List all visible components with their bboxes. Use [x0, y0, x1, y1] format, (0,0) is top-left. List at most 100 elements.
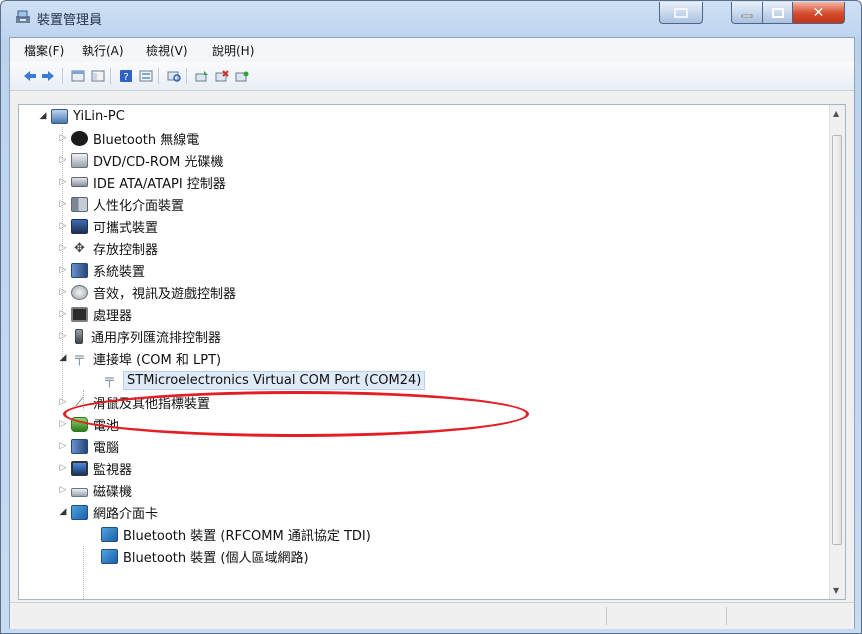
network-adapter-icon	[101, 548, 118, 564]
hid-icon	[71, 196, 88, 212]
expand-arrow-icon[interactable]: ▷	[57, 133, 69, 143]
window-switch-icon	[674, 7, 688, 18]
scan-hardware-icon[interactable]	[166, 68, 182, 84]
sound-icon	[71, 284, 88, 300]
expand-arrow-icon[interactable]: ▷	[57, 287, 69, 297]
toolbar-separator	[158, 68, 159, 84]
tree-item-computer[interactable]: ▷ 電腦	[57, 435, 119, 457]
expand-arrow-icon[interactable]: ▷	[57, 265, 69, 275]
tree-item-bt-pan[interactable]: Bluetooth 裝置 (個人區域網路)	[99, 545, 309, 567]
ide-controller-icon	[71, 177, 88, 187]
maximize-icon	[771, 7, 784, 18]
update-driver-icon[interactable]	[194, 68, 210, 84]
expand-arrow-icon[interactable]: ▷	[57, 419, 69, 429]
vertical-scrollbar[interactable]: ▲ ▼	[829, 105, 845, 599]
collapse-arrow-icon[interactable]: ◢	[57, 507, 69, 517]
disk-drive-icon	[71, 488, 88, 497]
network-adapter-icon	[71, 504, 88, 520]
back-icon[interactable]	[22, 68, 38, 84]
device-tree[interactable]: ◢ YiLin-PC ▷ Bluetooth 無線電 ▷ DVD/CD-ROM …	[18, 104, 846, 600]
port-icon: ╤	[105, 371, 114, 388]
collapse-arrow-icon[interactable]: ◢	[37, 111, 49, 121]
tree-item-mouse[interactable]: ▷ ⟋ 滑鼠及其他指標裝置	[57, 391, 210, 413]
tree-root-label: YiLin-PC	[73, 108, 125, 124]
title-bar[interactable]: 裝置管理員 ✕	[1, 1, 861, 35]
tree-item-dvd[interactable]: ▷ DVD/CD-ROM 光碟機	[57, 149, 223, 171]
toolbar-separator	[62, 68, 63, 84]
minimize-icon	[741, 14, 753, 17]
menu-bar: 檔案(F) 執行(A) 檢視(V) 說明(H)	[10, 38, 854, 63]
console-tree-icon[interactable]	[90, 68, 106, 84]
tree-item-portable[interactable]: ▷ 可攜式裝置	[57, 215, 158, 237]
expand-arrow-icon[interactable]: ▷	[57, 177, 69, 187]
help-icon[interactable]: ?	[118, 68, 134, 84]
tree-item-bt-rfcomm[interactable]: Bluetooth 裝置 (RFCOMM 通訊協定 TDI)	[99, 523, 371, 545]
forward-icon[interactable]	[40, 68, 56, 84]
scroll-up-icon[interactable]: ▲	[833, 109, 839, 118]
tree-item-sound[interactable]: ▷ 音效，視訊及遊戲控制器	[57, 281, 236, 303]
tree-item-ports[interactable]: ◢ ╤ 連接埠 (COM 和 LPT)	[57, 347, 222, 369]
expand-arrow-icon[interactable]: ▷	[57, 441, 69, 451]
menu-file[interactable]: 檔案(F)	[24, 42, 64, 59]
expand-arrow-icon[interactable]: ▷	[57, 243, 69, 253]
menu-view[interactable]: 檢視(V)	[146, 42, 188, 59]
expand-arrow-icon[interactable]: ▷	[57, 309, 69, 319]
properties-icon[interactable]	[138, 68, 154, 84]
tree-item-disk[interactable]: ▷ 磁碟機	[57, 479, 132, 501]
toolbar-separator	[110, 68, 111, 84]
expand-arrow-icon[interactable]: ▷	[57, 397, 69, 407]
scroll-down-icon[interactable]: ▼	[833, 586, 839, 595]
bluetooth-icon	[71, 130, 88, 146]
system-device-icon	[71, 262, 88, 278]
tree-item-processor[interactable]: ▷ 處理器	[57, 303, 132, 325]
tree-item-network[interactable]: ◢ 網路介面卡	[57, 501, 158, 523]
status-bar	[10, 602, 854, 629]
toolbar: ?	[10, 62, 854, 91]
minimize-button[interactable]	[731, 2, 763, 24]
expand-arrow-icon[interactable]: ▷	[57, 199, 69, 209]
tree-item-usb[interactable]: ▷ 通用序列匯流排控制器	[57, 325, 221, 347]
tree-item-battery[interactable]: ▷ 電池	[57, 413, 119, 435]
battery-icon	[71, 416, 88, 432]
menu-action[interactable]: 執行(A)	[82, 42, 124, 59]
uninstall-device-icon[interactable]	[234, 68, 250, 84]
selected-device-label: STMicroelectronics Virtual COM Port (COM…	[123, 370, 426, 390]
network-adapter-icon	[101, 526, 118, 542]
tree-root[interactable]: ◢ YiLin-PC	[37, 105, 125, 127]
device-manager-window: 裝置管理員 ✕ 檔案(F) 執行(A) 檢視(V) 說明(H) ? ◢ YiLi…	[0, 0, 862, 634]
menu-help[interactable]: 說明(H)	[212, 42, 254, 59]
tree-item-hid[interactable]: ▷ 人性化介面裝置	[57, 193, 184, 215]
window-title: 裝置管理員	[37, 13, 103, 28]
computer-icon	[51, 108, 68, 124]
show-hide-console-icon[interactable]	[70, 68, 86, 84]
client-area: 檔案(F) 執行(A) 檢視(V) 說明(H) ? ◢ YiLin-PC ▷ B…	[9, 37, 855, 629]
expand-arrow-icon[interactable]: ▷	[57, 155, 69, 165]
tree-item-bluetooth[interactable]: ▷ Bluetooth 無線電	[57, 127, 199, 149]
toolbar-separator	[186, 68, 187, 84]
expand-arrow-icon[interactable]: ▷	[57, 485, 69, 495]
tree-item-monitor[interactable]: ▷ 監視器	[57, 457, 132, 479]
tree-item-ide[interactable]: ▷ IDE ATA/ATAPI 控制器	[57, 171, 226, 193]
maximize-button[interactable]	[763, 2, 793, 24]
close-icon: ✕	[812, 4, 825, 21]
expand-arrow-icon[interactable]: ▷	[57, 331, 69, 341]
monitor-icon	[71, 460, 88, 476]
disable-device-icon[interactable]	[214, 68, 230, 84]
usb-icon	[75, 328, 83, 344]
processor-icon	[71, 306, 88, 322]
port-icon: ╤	[75, 349, 84, 366]
svg-text:?: ?	[123, 72, 128, 83]
expand-arrow-icon[interactable]: ▷	[57, 463, 69, 473]
collapse-arrow-icon[interactable]: ◢	[57, 353, 69, 363]
tree-item-system[interactable]: ▷ 系統裝置	[57, 259, 145, 281]
device-manager-icon	[16, 10, 30, 23]
close-button[interactable]: ✕	[793, 2, 845, 24]
tree-guide-line	[83, 546, 85, 599]
storage-controller-icon: ✥	[74, 240, 85, 256]
dvd-drive-icon	[71, 152, 88, 168]
aero-extra-button[interactable]	[659, 2, 703, 24]
tree-item-storage[interactable]: ▷ ✥ 存放控制器	[57, 237, 158, 259]
expand-arrow-icon[interactable]: ▷	[57, 221, 69, 231]
scrollbar-thumb[interactable]	[832, 135, 842, 545]
tree-item-stm-com-port[interactable]: ╤ STMicroelectronics Virtual COM Port (C…	[99, 369, 426, 391]
